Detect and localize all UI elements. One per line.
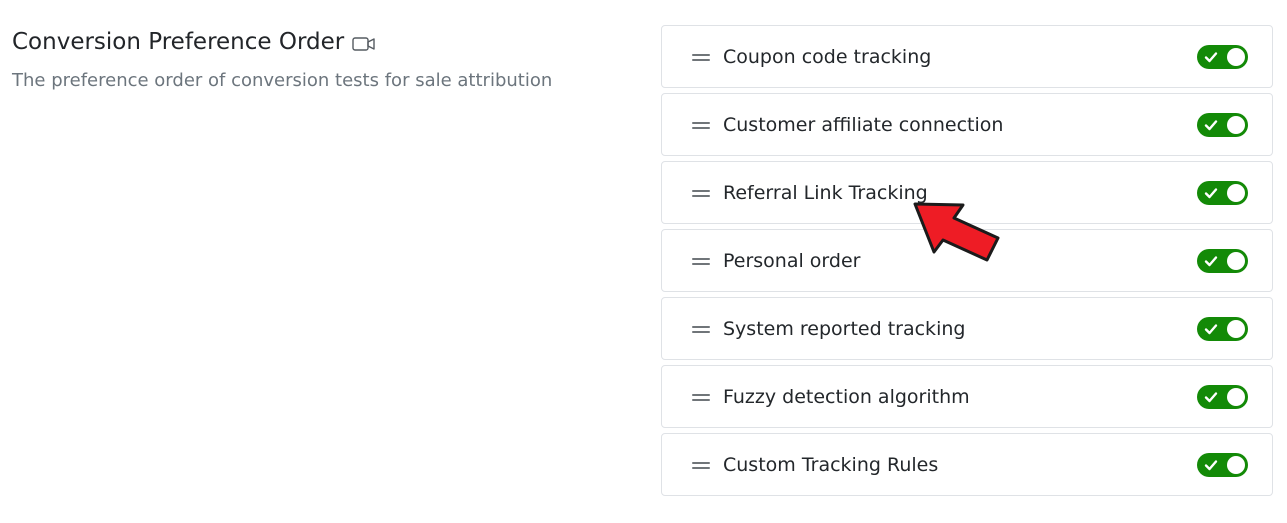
drag-handle-icon[interactable] [692,190,710,198]
toggle-knob [1227,387,1245,406]
toggle-knob [1227,319,1245,338]
toggle-switch[interactable] [1197,248,1248,273]
list-item[interactable]: System reported tracking [661,297,1273,360]
toggle-knob [1227,455,1245,474]
list-item[interactable]: Customer affiliate connection [661,93,1273,156]
drag-handle-icon[interactable] [692,54,710,62]
drag-handle-icon[interactable] [692,122,710,130]
item-label: Customer affiliate connection [723,113,1004,136]
check-icon [1204,51,1218,62]
item-label: Coupon code tracking [723,45,932,68]
drag-handle-icon[interactable] [692,258,710,266]
item-label: Personal order [723,249,861,272]
list-item[interactable]: Personal order [661,229,1273,292]
page-title: Conversion Preference Order [12,29,345,55]
toggle-knob [1227,47,1245,66]
toggle-switch[interactable] [1197,180,1248,205]
check-icon [1204,323,1218,334]
list-item[interactable]: Referral Link Tracking [661,161,1273,224]
list-item[interactable]: Custom Tracking Rules [661,433,1273,496]
toggle-knob [1227,183,1245,202]
preference-list: Coupon code tracking Customer affiliate … [661,25,1273,501]
toggle-switch[interactable] [1197,316,1248,341]
toggle-switch[interactable] [1197,384,1248,409]
toggle-switch[interactable] [1197,452,1248,477]
title-row: Conversion Preference Order [12,26,612,58]
toggle-switch[interactable] [1197,112,1248,137]
check-icon [1204,459,1218,470]
page: Conversion Preference Order The preferen… [0,0,1287,523]
drag-handle-icon[interactable] [692,462,710,470]
item-label: Fuzzy detection algorithm [723,385,970,408]
list-item[interactable]: Fuzzy detection algorithm [661,365,1273,428]
check-icon [1204,255,1218,266]
check-icon [1204,119,1218,130]
page-subtitle: The preference order of conversion tests… [12,70,553,91]
item-label: System reported tracking [723,317,966,340]
list-item[interactable]: Coupon code tracking [661,25,1273,88]
drag-handle-icon[interactable] [692,326,710,334]
drag-handle-icon[interactable] [692,394,710,402]
item-label: Referral Link Tracking [723,181,928,204]
toggle-switch[interactable] [1197,44,1248,69]
toggle-knob [1227,251,1245,270]
check-icon [1204,391,1218,402]
check-icon [1204,187,1218,198]
item-label: Custom Tracking Rules [723,453,939,476]
toggle-knob [1227,115,1245,134]
video-camera-icon[interactable] [352,35,376,53]
section-header: Conversion Preference Order The preferen… [12,26,612,91]
